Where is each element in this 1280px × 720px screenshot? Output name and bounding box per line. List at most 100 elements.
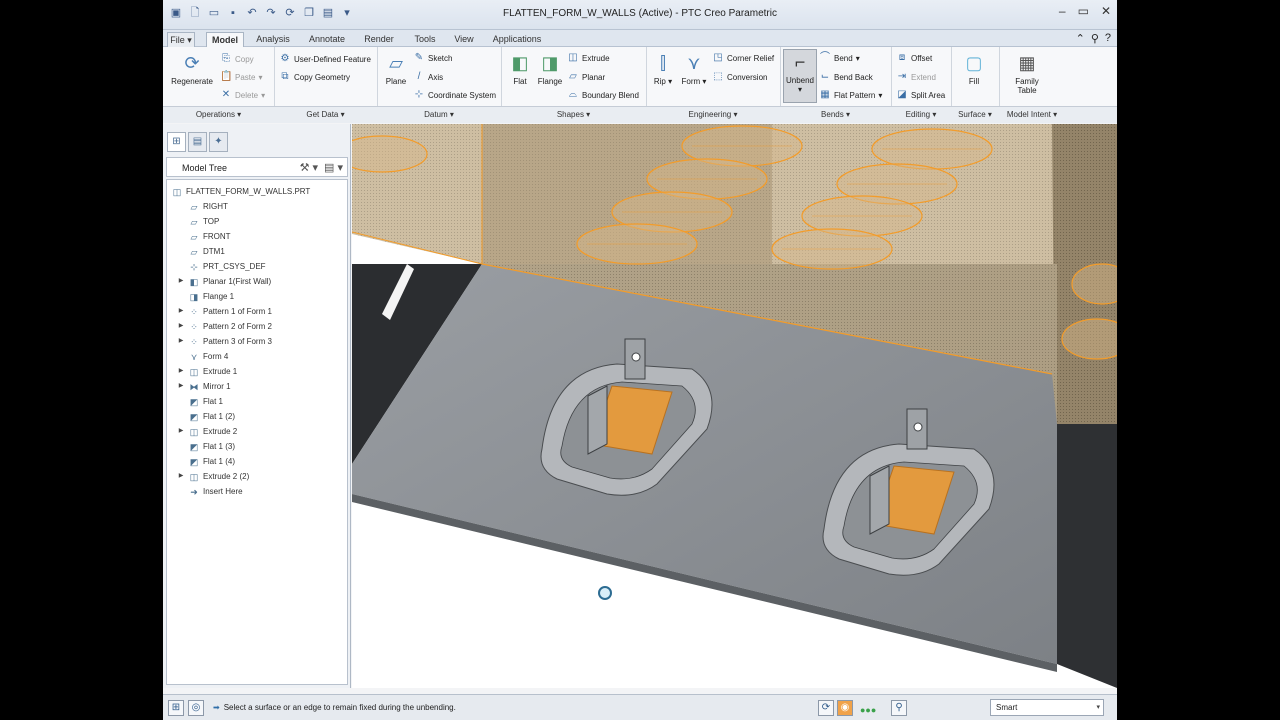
model-3d-view[interactable] — [352, 124, 1117, 688]
tree-root-node[interactable]: ◫ FLATTEN_FORM_W_WALLS.PRT — [171, 184, 311, 199]
extrude-button[interactable]: ◫ Extrude — [567, 52, 609, 64]
csys-button[interactable]: ⊹ Coordinate System — [413, 89, 496, 101]
extrude-icon: ◫ — [189, 426, 199, 437]
graphics-window[interactable] — [352, 124, 1117, 688]
flange-button[interactable]: ◨ Flange — [535, 51, 565, 86]
folder-browser-tab-icon[interactable]: ▤ — [188, 132, 207, 152]
tab-render[interactable]: Render — [359, 32, 399, 47]
group-editing[interactable]: Editing ▾ — [891, 110, 951, 119]
tree-node[interactable]: ▶ ⁘ Pattern 1 of Form 1 — [177, 304, 272, 319]
copy-button[interactable]: ⎘ Copy — [220, 53, 254, 65]
tree-node[interactable]: ◩ Flat 1 (2) — [177, 409, 235, 424]
planar-button[interactable]: ▱ Planar — [567, 71, 605, 83]
tree-node[interactable]: ➜ Insert Here — [177, 484, 242, 499]
toggle-browser-icon[interactable]: ◎ — [188, 700, 204, 716]
rip-button[interactable]: ⫿ Rip ▾ — [651, 51, 675, 86]
maximize-icon[interactable]: ▭ — [1078, 4, 1089, 18]
flat-pattern-button[interactable]: ▦ Flat Pattern ▾ — [819, 89, 882, 101]
search-icon[interactable]: ⚲ — [1091, 32, 1099, 45]
conversion-button[interactable]: ⬚ Conversion — [712, 71, 767, 83]
corner-relief-button[interactable]: ◳ Corner Relief — [712, 52, 774, 64]
group-surface[interactable]: Surface ▾ — [951, 110, 999, 119]
expand-arrow-icon[interactable]: ▶ — [177, 274, 185, 289]
sketch-button[interactable]: ✎ Sketch — [413, 52, 453, 64]
stop-icon[interactable]: ◉ — [837, 700, 853, 716]
fill-button[interactable]: ▢ Fill — [959, 51, 989, 86]
expand-arrow-icon[interactable]: ▶ — [177, 364, 185, 379]
regenerate-button[interactable]: ⟳ Regenerate — [169, 51, 215, 86]
minimize-icon[interactable]: – — [1059, 4, 1066, 18]
tree-settings-icon[interactable]: ⚒ ▾ — [300, 161, 318, 174]
find-icon[interactable]: ⚲ — [891, 700, 907, 716]
group-engineering[interactable]: Engineering ▾ — [646, 110, 780, 119]
axis-button[interactable]: / Axis — [413, 71, 444, 83]
expand-arrow-icon[interactable]: ▶ — [177, 469, 185, 484]
tree-node[interactable]: ◩ Flat 1 (3) — [177, 439, 235, 454]
group-get-data[interactable]: Get Data ▾ — [274, 110, 377, 119]
form-button[interactable]: ⋎ Form ▾ — [679, 51, 709, 86]
tree-node[interactable]: ⊹ PRT_CSYS_DEF — [177, 259, 265, 274]
tab-tools[interactable]: Tools — [407, 32, 443, 47]
split-area-button[interactable]: ◪ Split Area — [896, 89, 945, 101]
group-model-intent[interactable]: Model Intent ▾ — [999, 110, 1065, 119]
tree-node[interactable]: ◩ Flat 1 (4) — [177, 454, 235, 469]
unbend-button[interactable]: ⌐ Unbend ▾ — [783, 49, 817, 103]
tab-annotate[interactable]: Annotate — [303, 32, 351, 47]
tab-model[interactable]: Model — [206, 32, 244, 48]
form-icon: ⋎ — [687, 53, 701, 73]
tree-node[interactable]: ▱ RIGHT — [177, 199, 228, 214]
conversion-icon: ⬚ — [713, 71, 723, 82]
group-operations[interactable]: Operations ▾ — [163, 110, 274, 119]
tree-node-label: Pattern 3 of Form 3 — [203, 337, 272, 346]
expand-arrow-icon[interactable]: ▶ — [177, 319, 185, 334]
model-tree-header: Model Tree ⚒ ▾ ▤ ▾ — [166, 157, 348, 177]
expand-arrow-icon[interactable]: ▶ — [177, 334, 185, 349]
tree-node[interactable]: ▶ ⧓ Mirror 1 — [177, 379, 231, 394]
expand-arrow-icon[interactable]: ▶ — [177, 304, 185, 319]
bend-button[interactable]: ⌒ Bend ▾ — [819, 52, 860, 64]
tab-file[interactable]: File ▾ — [167, 32, 195, 47]
udf-button[interactable]: ⚙ User-Defined Feature — [279, 53, 371, 65]
progress-indicator: ●●● — [860, 705, 877, 715]
tree-node[interactable]: ▶ ◫ Extrude 1 — [177, 364, 238, 379]
expand-arrow-icon[interactable]: ▶ — [177, 424, 185, 439]
tree-node[interactable]: ▶ ◫ Extrude 2 — [177, 424, 238, 439]
tree-node[interactable]: ▱ DTM1 — [177, 244, 225, 259]
close-icon[interactable]: ✕ — [1101, 4, 1111, 18]
paste-button[interactable]: 📋 Paste ▾ — [220, 71, 262, 83]
tree-columns-icon[interactable]: ▤ ▾ — [324, 161, 343, 174]
extend-button[interactable]: ⇥ Extend — [896, 71, 936, 83]
plane-label: Plane — [385, 77, 407, 86]
help-icon[interactable]: ? — [1105, 32, 1111, 45]
tree-node[interactable]: ⋎ Form 4 — [177, 349, 229, 364]
tree-node[interactable]: ▱ FRONT — [177, 229, 231, 244]
model-tree-tab-icon[interactable]: ⊞ — [167, 132, 186, 152]
selection-filter-dropdown[interactable]: Smart ▾ — [990, 699, 1104, 716]
group-shapes[interactable]: Shapes ▾ — [501, 110, 646, 119]
collapse-ribbon-icon[interactable]: ⌃ — [1076, 32, 1085, 45]
tree-node[interactable]: ▶ ◫ Extrude 2 (2) — [177, 469, 250, 484]
plane-button[interactable]: ▱ Plane — [381, 51, 411, 86]
tab-analysis[interactable]: Analysis — [251, 32, 295, 47]
tab-applications[interactable]: Applications — [485, 32, 549, 47]
favorites-tab-icon[interactable]: ✦ — [209, 132, 228, 152]
tree-node[interactable]: ▶ ⁘ Pattern 3 of Form 3 — [177, 334, 272, 349]
bend-back-button[interactable]: ⌙ Bend Back — [819, 71, 873, 83]
tree-node[interactable]: ▶ ⁘ Pattern 2 of Form 2 — [177, 319, 272, 334]
group-bends[interactable]: Bends ▾ — [780, 110, 891, 119]
tree-node[interactable]: ▱ TOP — [177, 214, 220, 229]
boundary-blend-button[interactable]: ⌓ Boundary Blend — [567, 89, 639, 101]
tree-node[interactable]: ▶ ◧ Planar 1(First Wall) — [177, 274, 271, 289]
tree-node[interactable]: ◩ Flat 1 — [177, 394, 223, 409]
group-datum[interactable]: Datum ▾ — [377, 110, 501, 119]
toggle-navigator-icon[interactable]: ⊞ — [168, 700, 184, 716]
offset-button[interactable]: ⧈ Offset — [896, 52, 932, 64]
tab-view[interactable]: View — [449, 32, 479, 47]
regenerate-status-icon[interactable]: ⟳ — [818, 700, 834, 716]
flat-button[interactable]: ◧ Flat — [506, 51, 534, 86]
copy-geometry-button[interactable]: ⧉ Copy Geometry — [279, 71, 350, 83]
family-table-button[interactable]: ▦ Family Table — [1007, 51, 1047, 95]
delete-button[interactable]: ✕ Delete ▾ — [220, 89, 265, 101]
tree-node[interactable]: ◨ Flange 1 — [177, 289, 234, 304]
expand-arrow-icon[interactable]: ▶ — [177, 379, 185, 394]
